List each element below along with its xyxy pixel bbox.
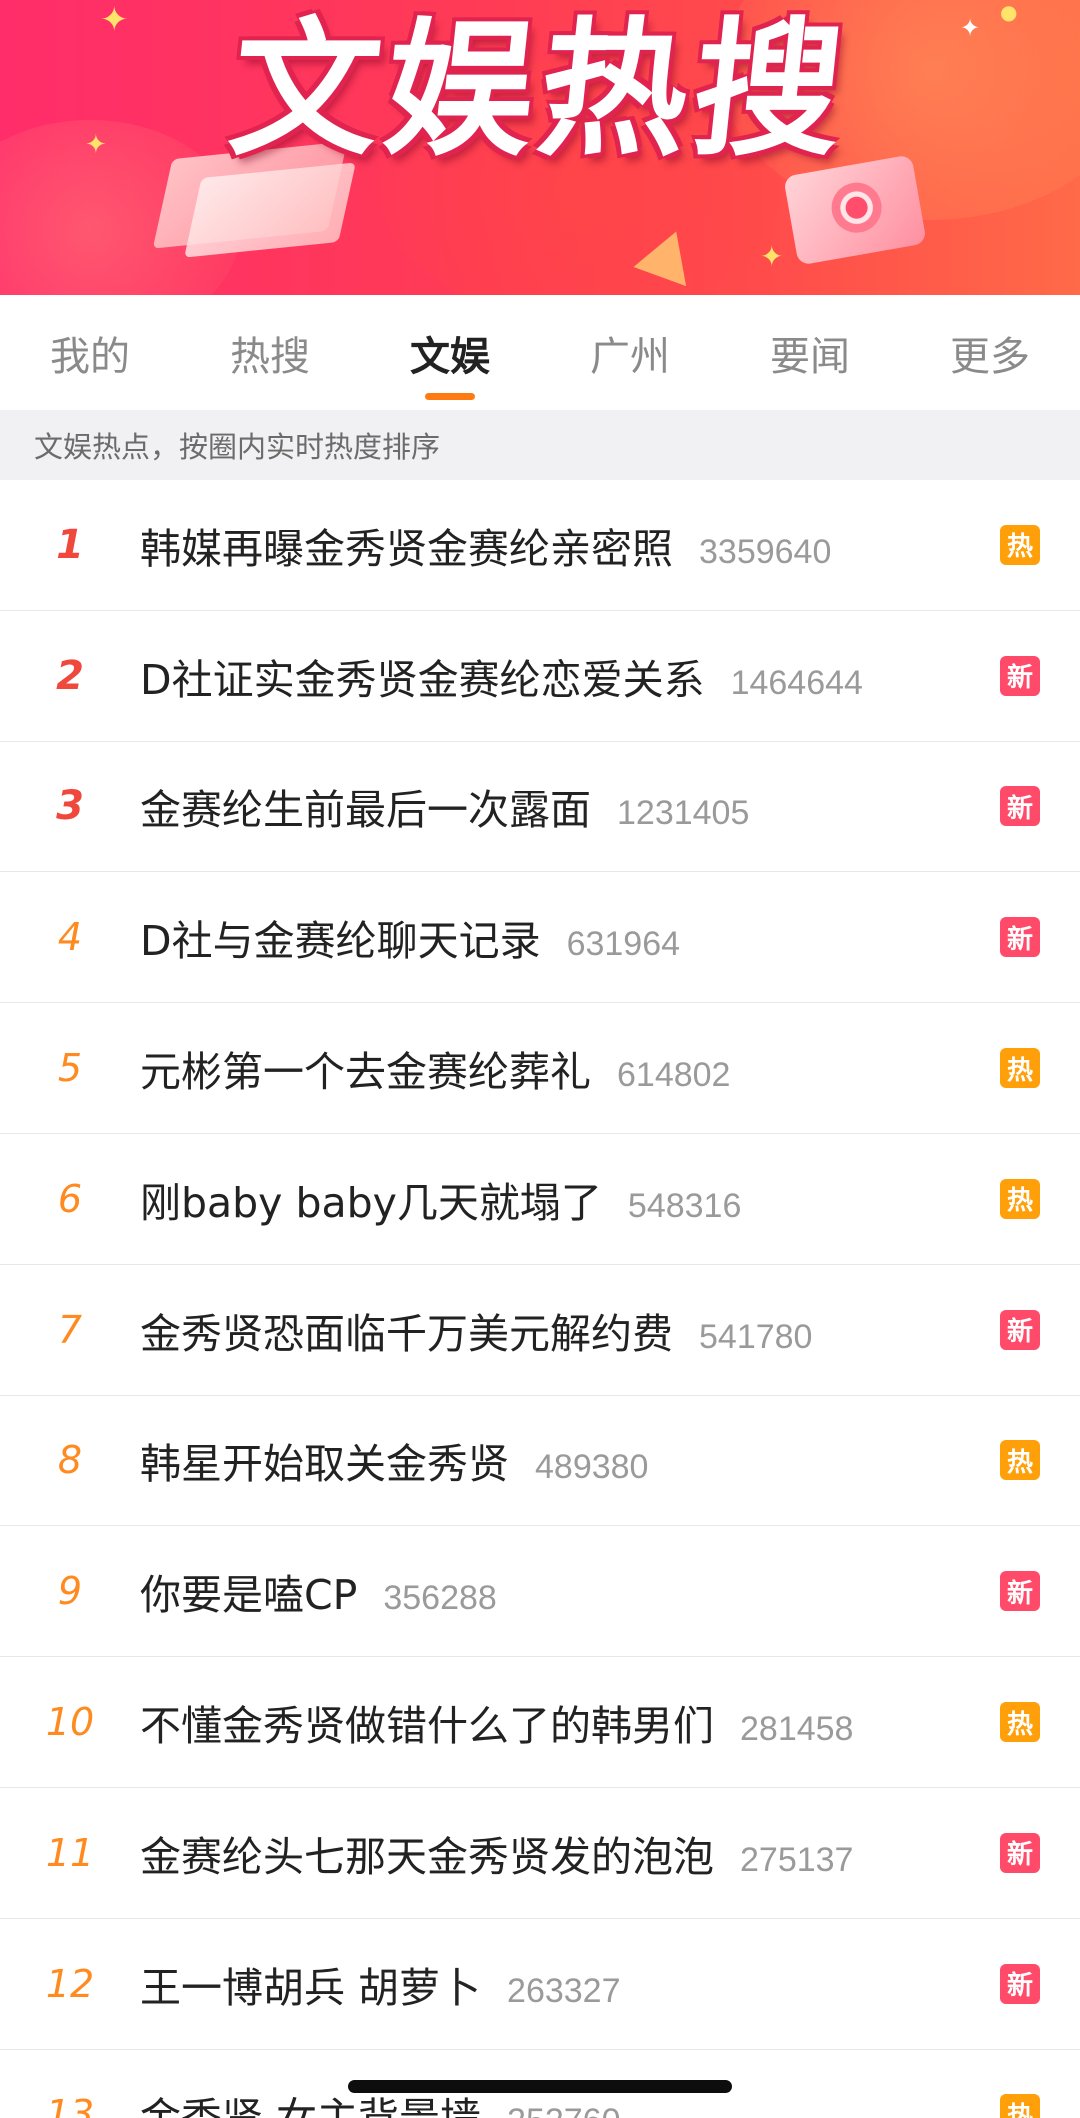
hot-badge: 热 [1000, 1178, 1040, 1219]
list-item[interactable]: 8 韩星开始取关金秀贤 489380 热 [0, 1396, 1080, 1527]
item-title: 金秀贤恐面临千万美元解约费 [140, 1309, 673, 1358]
rank-number: 3 [56, 783, 84, 830]
item-title: 王一博胡兵 胡萝卜 [140, 1963, 482, 2012]
heat-count: 548316 [627, 1186, 742, 1225]
list-item[interactable]: 11 金赛纶头七那天金秀贤发的泡泡 275137 新 [0, 1788, 1080, 1919]
list-item[interactable]: 3 金赛纶生前最后一次露面 1231405 新 [0, 742, 1080, 873]
item-title-wrap: 金赛纶生前最后一次露面 1231405 [140, 776, 749, 836]
heat-count: 3359640 [699, 532, 832, 571]
heat-count: 631964 [566, 925, 681, 964]
item-title-wrap: 你要是嗑CP 356288 [140, 1561, 497, 1621]
list-item[interactable]: 5 元彬第一个去金赛纶葬礼 614802 热 [0, 1003, 1080, 1134]
item-title-wrap: D社证实金秀贤金赛纶恋爱关系 1464644 [140, 646, 863, 706]
item-title: 金赛纶头七那天金秀贤发的泡泡 [140, 1832, 714, 1881]
list-item[interactable]: 6 刚baby baby几天就塌了 548316 热 [0, 1134, 1080, 1265]
hot-search-list: 1 韩媒再曝金秀贤金赛纶亲密照 3359640 热 2 D社证实金秀贤金赛纶恋爱关系 146… [0, 480, 1080, 2118]
hot-badge: 热 [1000, 1702, 1040, 1743]
hot-badge: 热 [1000, 1440, 1040, 1481]
item-title-wrap: 韩媒再曝金秀贤金赛纶亲密照 3359640 [140, 515, 831, 575]
list-item[interactable]: 1 韩媒再曝金秀贤金赛纶亲密照 3359640 热 [0, 480, 1080, 611]
rank-number: 4 [57, 915, 83, 960]
rank-number: 2 [56, 652, 84, 699]
item-title-wrap: 元彬第一个去金赛纶葬礼 614802 [140, 1038, 730, 1098]
home-indicator[interactable] [348, 2080, 732, 2093]
list-description: 文娱热点，按圈内实时热度排序 [0, 410, 1080, 480]
rank-number: 12 [45, 1961, 95, 2006]
heat-count: 263327 [507, 1971, 621, 2010]
heat-count: 541780 [699, 1317, 813, 1356]
item-title-wrap: 不懂金秀贤做错什么了的韩男们 281458 [140, 1692, 853, 1752]
new-badge: 新 [1000, 1571, 1040, 1612]
rank-number: 10 [45, 1700, 95, 1745]
heat-count: 356288 [383, 1579, 497, 1618]
tab-label: 热搜 [230, 333, 310, 380]
rank-number: 5 [57, 1046, 83, 1091]
item-title-wrap: 金赛纶头七那天金秀贤发的泡泡 275137 [140, 1823, 853, 1883]
item-title-wrap: 金秀贤恐面临千万美元解约费 541780 [140, 1300, 812, 1360]
tab-5[interactable]: 更多 [900, 295, 1080, 410]
banner: ✦ ✦ ✦ ● ✦ 文娱热搜 [0, 0, 1080, 295]
new-badge: 新 [1000, 655, 1040, 696]
list-item[interactable]: 2 D社证实金秀贤金赛纶恋爱关系 1464644 新 [0, 611, 1080, 742]
book-icon [184, 162, 356, 258]
new-badge: 新 [1000, 786, 1040, 827]
tab-label: 我的 [50, 333, 130, 380]
heat-count: 1231405 [617, 794, 750, 833]
hot-badge: 热 [1000, 2094, 1040, 2118]
new-badge: 新 [1000, 917, 1040, 958]
tab-bar: 我的 热搜 文娱 广州 要闻 更多 [0, 295, 1080, 410]
item-title: 韩媒再曝金秀贤金赛纶亲密照 [140, 524, 673, 573]
heat-count: 489380 [535, 1448, 649, 1487]
tab-label: 要闻 [770, 333, 850, 380]
hot-badge: 热 [1000, 1048, 1040, 1089]
item-title: 元彬第一个去金赛纶葬礼 [140, 1048, 591, 1097]
item-title: 不懂金秀贤做错什么了的韩男们 [140, 1702, 714, 1751]
rank-number: 11 [45, 1830, 95, 1875]
item-title: 刚baby baby几天就塌了 [140, 1178, 602, 1227]
item-title-wrap: 韩星开始取关金秀贤 489380 [140, 1430, 648, 1490]
item-title: 韩星开始取关金秀贤 [140, 1440, 509, 1489]
item-title-wrap: D社与金赛纶聊天记录 631964 [140, 907, 680, 967]
rank-number: 6 [57, 1176, 83, 1221]
tab-label: 广州 [590, 333, 670, 380]
item-title: D社证实金秀贤金赛纶恋爱关系 [140, 655, 705, 704]
new-badge: 新 [1000, 1832, 1040, 1873]
heat-count: 1464644 [730, 663, 863, 702]
item-title: 金赛纶生前最后一次露面 [140, 786, 591, 835]
rank-number: 13 [45, 2092, 95, 2118]
tab-0[interactable]: 我的 [0, 295, 180, 410]
active-tab-indicator [425, 393, 475, 400]
list-item[interactable]: 10 不懂金秀贤做错什么了的韩男们 281458 热 [0, 1657, 1080, 1788]
rank-number: 8 [57, 1438, 83, 1483]
banner-title: 文娱热搜 [222, 4, 858, 176]
item-title: 你要是嗑CP [140, 1571, 358, 1620]
tab-3[interactable]: 广州 [540, 295, 720, 410]
list-item[interactable]: 12 王一博胡兵 胡萝卜 263327 新 [0, 1919, 1080, 2050]
heat-count: 275137 [740, 1840, 854, 1879]
rank-number: 9 [57, 1569, 83, 1614]
list-item[interactable]: 9 你要是嗑CP 356288 新 [0, 1526, 1080, 1658]
tab-label: 更多 [950, 333, 1030, 380]
tab-label: 文娱 [410, 333, 490, 380]
heat-count: 252760 [507, 2102, 620, 2118]
heat-count: 614802 [617, 1056, 731, 1095]
list-item[interactable]: 7 金秀贤恐面临千万美元解约费 541780 新 [0, 1265, 1080, 1396]
item-title-wrap: 刚baby baby几天就塌了 548316 [140, 1169, 741, 1229]
rank-number: 7 [57, 1307, 83, 1352]
new-badge: 新 [1000, 1963, 1040, 2004]
heat-count: 281458 [740, 1710, 854, 1749]
item-title: D社与金赛纶聊天记录 [140, 917, 541, 966]
tab-4[interactable]: 要闻 [720, 295, 900, 410]
tab-2[interactable]: 文娱 [360, 295, 540, 410]
item-title: 金秀贤 女主背景墙 [140, 2094, 481, 2118]
item-title-wrap: 王一博胡兵 胡萝卜 263327 [140, 1954, 621, 2014]
tab-1[interactable]: 热搜 [180, 295, 360, 410]
rank-number: 1 [56, 521, 84, 568]
list-item[interactable]: 4 D社与金赛纶聊天记录 631964 新 [0, 872, 1080, 1004]
new-badge: 新 [1000, 1309, 1040, 1350]
sparkle-icon: ✦ [760, 240, 784, 273]
hot-badge: 热 [1000, 524, 1040, 565]
